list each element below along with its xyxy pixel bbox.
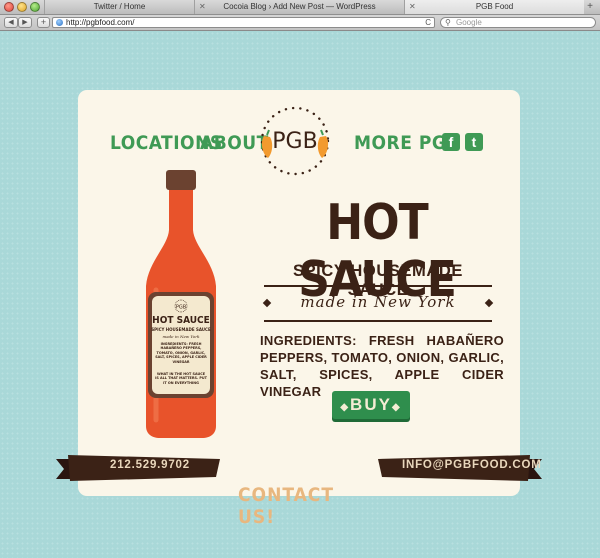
bottle-title: HOT SAUCE [152,315,210,326]
reload-icon[interactable]: C [425,18,431,27]
close-tab-icon[interactable]: ✕ [199,0,206,14]
back-button[interactable]: ◀ [4,17,18,28]
email-address[interactable]: INFO@PGBFOOD.COM [402,459,542,471]
url-text: http://pgbfood.com/ [66,18,135,27]
twitter-icon[interactable]: t [465,133,483,151]
divider [264,320,492,322]
bottle-made-in: made in New York [162,334,200,339]
divider [264,285,492,287]
tab-bar: Twitter / Home ✕ Cocoia Blog › Add New P… [0,0,600,15]
zoom-window-button[interactable] [30,2,40,12]
tab-label: PGB Food [475,2,514,11]
tab-twitter[interactable]: Twitter / Home [44,0,194,14]
diamond-ornament: ◆ [391,402,402,413]
new-tab-button[interactable]: + [584,0,596,14]
diamond-ornament: ◆ [340,402,351,413]
globe-icon [56,19,63,26]
minimize-window-button[interactable] [17,2,27,12]
search-field[interactable]: ⚲ Google [440,17,596,28]
toolbar: ◀ ▶ + http://pgbfood.com/ C ⚲ Google [0,15,600,31]
content-card: LOCATIONS ABOUT PGB MORE PGB f t PGB HOT… [78,90,520,528]
search-placeholder: Google [456,18,482,27]
page-viewport: LOCATIONS ABOUT PGB MORE PGB f t PGB HOT… [0,31,600,558]
bottle-cap [166,170,196,190]
close-window-button[interactable] [4,2,14,12]
tab-pgb-food[interactable]: ✕ PGB Food [404,0,584,14]
contact-us-link[interactable]: CONTACT US! [238,484,368,528]
ingredients-text: INGREDIENTS: FRESH HABAÑERO PEPPERS, TOM… [260,333,504,399]
phone-number[interactable]: 212.529.9702 [110,459,190,471]
hot-sauce-bottle: PGB HOT SAUCE SPICY HOUSEMADE SAUCE made… [146,170,216,438]
pepper-icon [317,129,329,158]
close-tab-icon[interactable]: ✕ [409,0,416,14]
bottle-quote: WHAT IN THE HOT SAUCE IS ALL THAT MATTER… [155,372,207,385]
bottle-subtitle: SPICY HOUSEMADE SAUCE [151,327,211,332]
tab-label: Twitter / Home [93,2,146,11]
buy-label: BUY [350,395,392,414]
tab-label: Cocoia Blog › Add New Post — WordPress [223,2,376,11]
forward-button[interactable]: ▶ [18,17,32,28]
buy-button[interactable]: ◆BUY◆ [332,391,410,419]
search-icon: ⚲ [445,18,451,27]
pgb-logo[interactable]: PGB [258,104,332,178]
address-bar[interactable]: http://pgbfood.com/ C [52,17,435,28]
tab-cocoia[interactable]: ✕ Cocoia Blog › Add New Post — WordPress [194,0,404,14]
add-bookmark-button[interactable]: + [37,17,50,28]
logo-text: PGB [272,129,317,154]
facebook-icon[interactable]: f [442,133,460,151]
made-in-text: made in New York [300,293,456,311]
bottle-brand: PGB [176,305,187,311]
bottle-ingredients: INGREDIENTS: FRESH HABAÑERO PEPPERS, TOM… [155,342,207,364]
